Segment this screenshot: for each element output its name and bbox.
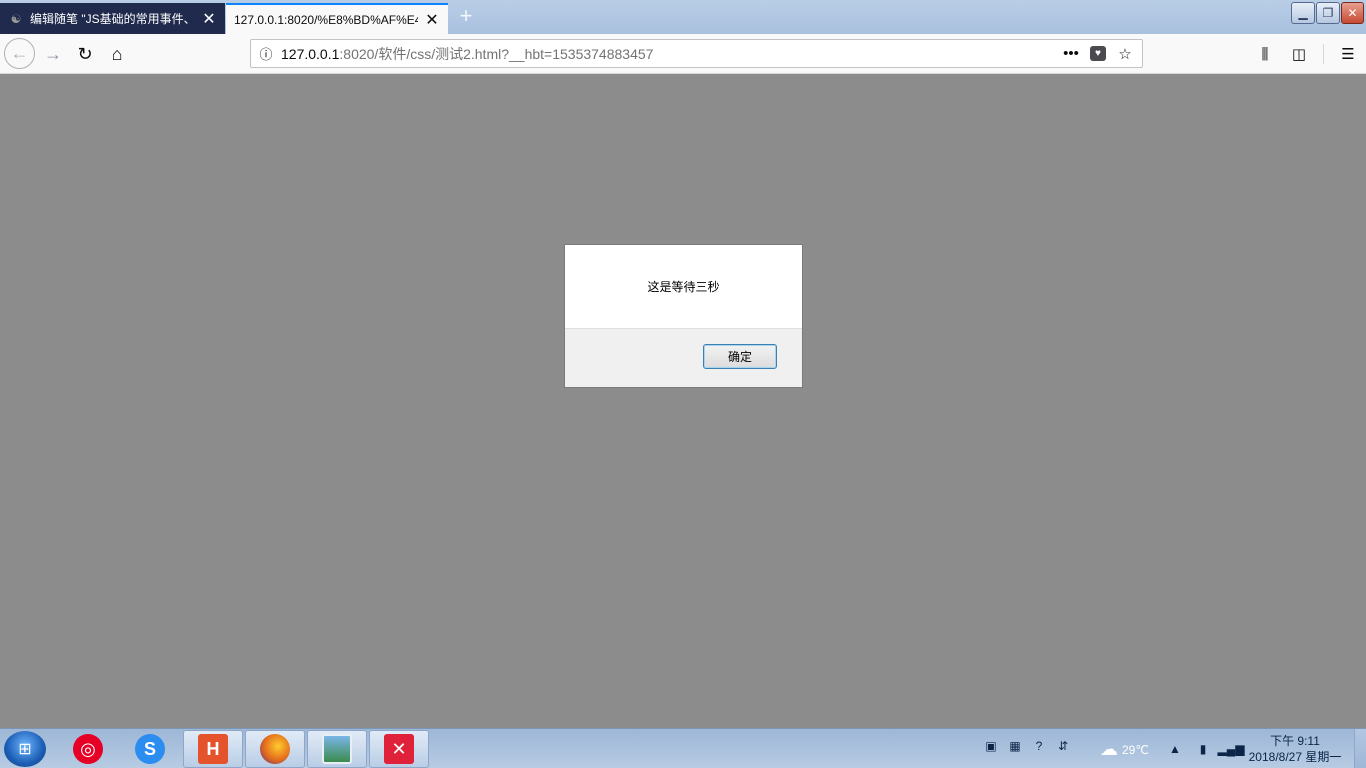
netease-music-icon: ◎ <box>73 734 103 764</box>
url-bar[interactable]: ⓘ 127.0.0.1:8020/软件/css/测试2.html?__hbt=1… <box>250 39 1143 68</box>
help-icon[interactable]: ? <box>1030 737 1048 755</box>
arrow-right-icon: → <box>44 43 62 64</box>
tray-network-app-icon[interactable]: ▦ <box>1006 737 1024 755</box>
tray-arrows-icon[interactable]: ⇵ <box>1054 737 1072 755</box>
close-icon[interactable]: ✕ <box>201 11 217 28</box>
hbuilder-icon: H <box>198 734 228 764</box>
library-icon[interactable]: ⫼ <box>1255 44 1275 64</box>
weather-widget[interactable]: ☁ 29℃ <box>1100 739 1149 760</box>
close-icon[interactable]: ✕ <box>424 12 440 29</box>
taskbar-photo-viewer[interactable] <box>307 730 367 768</box>
url-host: 127.0.0.1 <box>281 45 340 62</box>
pocket-icon[interactable]: ♥ <box>1090 46 1106 61</box>
taskbar-netease-music[interactable]: ◎ <box>58 730 118 768</box>
show-hidden-icons-icon[interactable]: ▲ <box>1166 740 1184 758</box>
taskbar-hbuilder[interactable]: H <box>183 730 243 768</box>
photo-viewer-icon <box>322 734 352 764</box>
toolbar-divider <box>1323 44 1324 64</box>
bookmark-star-icon[interactable]: ☆ <box>1116 45 1134 63</box>
minimize-button[interactable]: ▁ <box>1291 2 1315 24</box>
cloud-icon: ☁ <box>1100 739 1118 759</box>
alert-dialog: 这是等待三秒 确定 <box>564 244 803 388</box>
window-close-button[interactable]: ✕ <box>1341 2 1364 24</box>
taskbar-xmind[interactable]: ✕ <box>369 730 429 768</box>
arrow-left-icon: ← <box>10 43 29 63</box>
menu-icon[interactable]: ☰ <box>1338 44 1358 64</box>
windows-logo-icon: ⊞ <box>18 741 32 758</box>
tab-blog-editor[interactable]: ☯ 编辑随笔 "JS基础的常用事件、 ✕ <box>0 3 225 34</box>
dialog-message: 这是等待三秒 <box>647 280 720 294</box>
system-tray: ▣ ▦ ? ⇵ <box>982 737 1072 755</box>
xmind-icon: ✕ <box>384 734 414 764</box>
tab-localhost[interactable]: 127.0.0.1:8020/%E8%BD%AF%E4 ✕ <box>226 3 448 34</box>
power-icon[interactable]: ▮ <box>1194 740 1212 758</box>
back-button[interactable]: ← <box>4 38 35 69</box>
tab-title: 编辑随笔 "JS基础的常用事件、 <box>30 12 195 26</box>
ok-button[interactable]: 确定 <box>703 344 777 369</box>
forward-button[interactable]: → <box>38 39 68 69</box>
tab-title: 127.0.0.1:8020/%E8%BD%AF%E4 <box>234 12 418 27</box>
signal-icon[interactable]: ▂▄▆ <box>1218 740 1245 758</box>
show-desktop-button[interactable] <box>1354 729 1366 768</box>
taskbar-firefox[interactable] <box>245 730 305 768</box>
new-tab-button[interactable]: + <box>455 5 477 28</box>
page-actions-icon[interactable]: ••• <box>1062 45 1080 63</box>
url-path: :8020/软件/css/测试2.html?__hbt=153537488345… <box>339 45 654 62</box>
tab-strip: ☯ 编辑随笔 "JS基础的常用事件、 ✕ 127.0.0.1:8020/%E8%… <box>0 0 1366 34</box>
window-controls: ▁ ❐ ✕ <box>1291 2 1364 24</box>
clock-time: 下午 9:11 <box>1270 734 1320 748</box>
info-icon[interactable]: ⓘ <box>251 44 281 63</box>
home-icon: ⌂ <box>111 43 123 64</box>
sogou-browser-icon: S <box>135 734 165 764</box>
restore-button[interactable]: ❐ <box>1316 2 1340 24</box>
navigation-bar: ← → ↻ ⌂ ⓘ 127.0.0.1:8020/软件/css/测试2.html… <box>0 34 1366 74</box>
clock-date: 2018/8/27 星期一 <box>1248 750 1342 764</box>
taskbar-sogou-browser[interactable]: S <box>120 730 180 768</box>
home-button[interactable]: ⌂ <box>102 39 132 69</box>
reload-button[interactable]: ↻ <box>70 39 100 69</box>
url-input[interactable]: 127.0.0.1:8020/软件/css/测试2.html?__hbt=153… <box>281 44 1062 64</box>
start-button[interactable]: ⊞ <box>4 731 46 767</box>
system-clock[interactable]: 下午 9:11 2018/8/27 星期一 <box>1240 733 1350 765</box>
sidebar-icon[interactable]: ◫ <box>1289 44 1309 64</box>
firefox-icon <box>260 734 290 764</box>
reload-icon: ↻ <box>77 43 93 64</box>
tray-app-icon[interactable]: ▣ <box>982 737 1000 755</box>
cnblogs-icon: ☯ <box>10 11 22 26</box>
weather-temperature: 29℃ <box>1122 742 1149 757</box>
taskbar: ⊞ ◎ S H ✕ ▣ ▦ ? ⇵ ☁ 29℃ ▲ ▮ ▂▄▆ 下午 9:11 … <box>0 728 1366 768</box>
dialog-body: 这是等待三秒 <box>565 245 802 329</box>
